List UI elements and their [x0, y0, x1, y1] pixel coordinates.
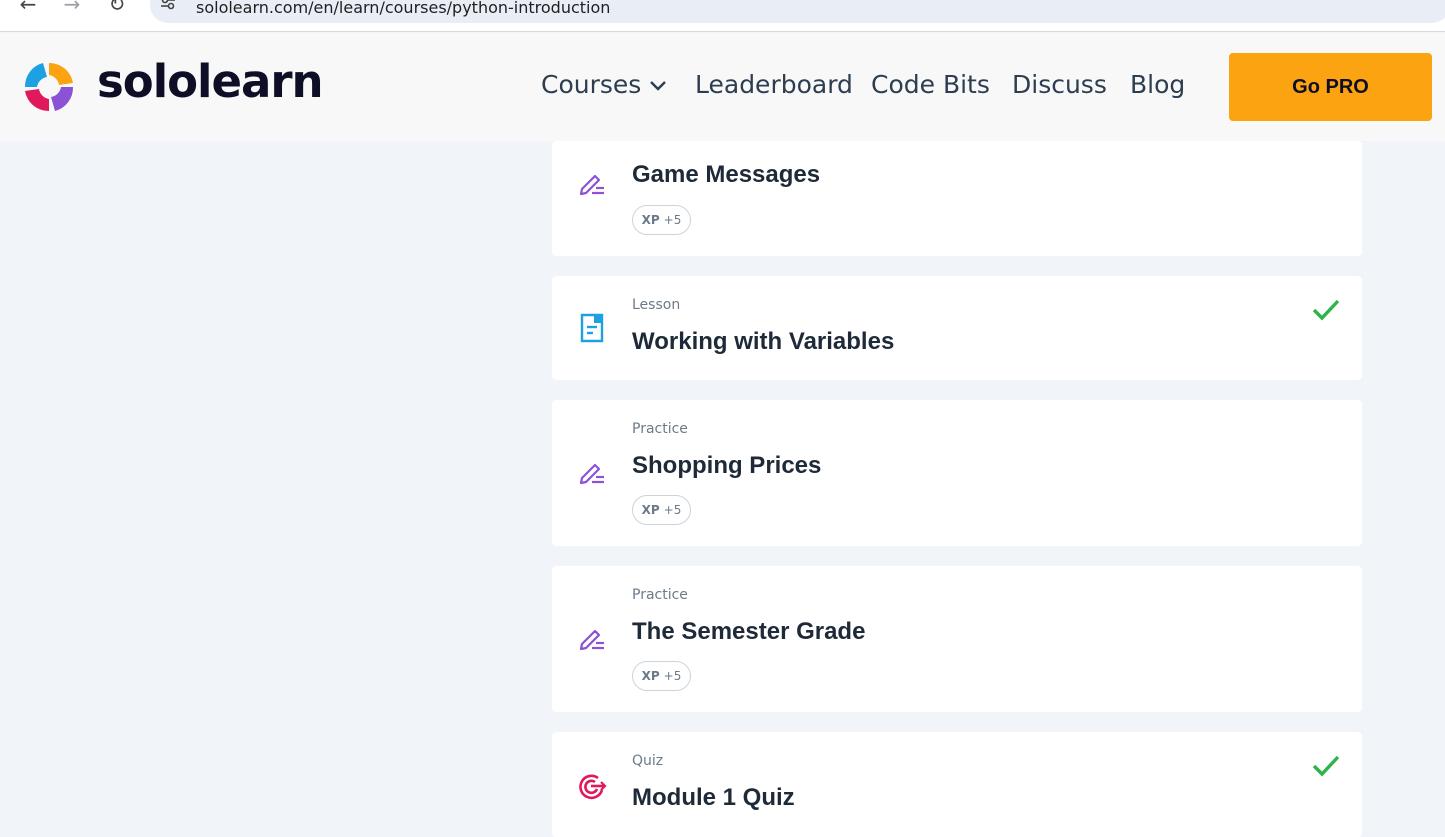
check-icon — [1312, 755, 1340, 777]
check-icon — [1312, 299, 1340, 321]
lesson-type: Quiz — [632, 753, 664, 769]
site-header: sololearn Courses Leaderboard Code Bits … — [0, 33, 1445, 141]
site-info-icon[interactable] — [160, 0, 176, 11]
lesson-card-working-with-variables[interactable]: Lesson Working with Variables — [552, 276, 1362, 380]
browser-toolbar: ← → ↻ sololearn.com/en/learn/courses/pyt… — [0, 0, 1445, 32]
lesson-type: Practice — [632, 421, 688, 437]
lesson-title: Shopping Prices — [632, 452, 822, 479]
nav-courses-label: Courses — [541, 70, 642, 99]
nav-code-bits[interactable]: Code Bits — [871, 70, 990, 99]
back-arrow-icon[interactable]: ← — [16, 0, 40, 16]
reload-icon[interactable]: ↻ — [105, 0, 129, 16]
go-pro-button[interactable]: Go PRO — [1229, 53, 1432, 121]
lesson-type: Lesson — [632, 297, 681, 313]
pencil-practice-icon — [579, 463, 604, 485]
lesson-title: Working with Variables — [632, 328, 895, 355]
sololearn-logo-icon[interactable] — [19, 57, 79, 117]
pencil-practice-icon — [579, 629, 604, 651]
quiz-target-icon — [579, 774, 607, 800]
xp-badge: XP +5 — [632, 495, 691, 525]
nav-discuss[interactable]: Discuss — [1012, 70, 1107, 99]
address-bar[interactable]: sololearn.com/en/learn/courses/python-in… — [150, 0, 1445, 23]
forward-arrow-icon[interactable]: → — [60, 0, 84, 16]
lesson-card-semester-grade[interactable]: Practice The Semester Grade XP +5 — [552, 566, 1362, 712]
url-text: sololearn.com/en/learn/courses/python-in… — [196, 0, 611, 17]
lesson-card-shopping-prices[interactable]: Practice Shopping Prices XP +5 — [552, 400, 1362, 546]
lesson-card-game-messages[interactable]: Game Messages XP +5 — [552, 141, 1362, 256]
chevron-down-icon — [650, 81, 667, 91]
nav-leaderboard[interactable]: Leaderboard — [695, 70, 853, 99]
logo-wordmark[interactable]: sololearn — [97, 55, 324, 108]
lesson-card-module-1-quiz[interactable]: Quiz Module 1 Quiz — [552, 732, 1362, 837]
lesson-title: Game Messages — [632, 161, 821, 188]
xp-badge: XP +5 — [632, 205, 691, 235]
lesson-document-icon — [580, 313, 604, 343]
nav-courses[interactable]: Courses — [541, 70, 667, 99]
pencil-practice-icon — [579, 174, 604, 196]
lesson-type: Practice — [632, 587, 688, 603]
lesson-title: Module 1 Quiz — [632, 784, 795, 811]
xp-badge: XP +5 — [632, 661, 691, 691]
lesson-title: The Semester Grade — [632, 618, 866, 645]
nav-blog[interactable]: Blog — [1130, 70, 1185, 99]
